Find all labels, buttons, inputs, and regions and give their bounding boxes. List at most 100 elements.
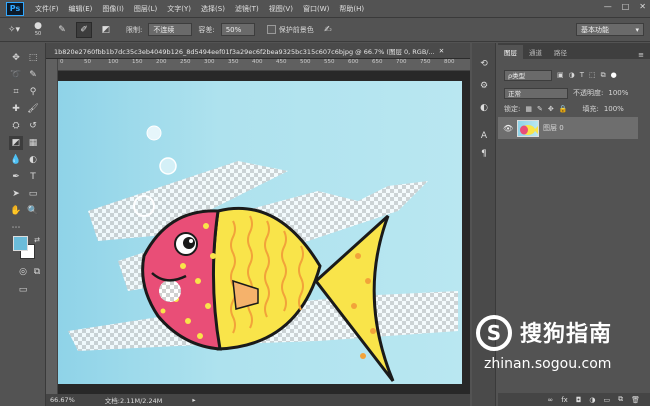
hand-tool-icon[interactable]: ✋ <box>9 204 23 218</box>
history-brush-tool-icon[interactable]: ↺ <box>26 119 40 133</box>
close-button[interactable]: ✕ <box>639 2 646 11</box>
lock-move-icon[interactable]: ✥ <box>548 105 554 113</box>
adjust-panel-icon[interactable]: ◐ <box>477 101 491 115</box>
move-tool-icon[interactable]: ✥ <box>9 51 23 65</box>
menu-bar: Ps 文件(F) 编辑(E) 图像(I) 图层(L) 文字(Y) 选择(S) 滤… <box>0 0 650 18</box>
type-tool-icon[interactable]: T <box>26 170 40 184</box>
menu-edit[interactable]: 编辑(E) <box>64 4 98 14</box>
panel-menu-icon[interactable]: ≡ <box>638 51 650 59</box>
menu-view[interactable]: 视图(V) <box>264 4 298 14</box>
fill-value[interactable]: 100% <box>604 105 624 113</box>
eyedropper-tool-icon[interactable]: ⚲ <box>26 85 40 99</box>
blend-mode-value: 正常 <box>508 90 521 98</box>
layers-bottom-bar: ∞ fx ◘ ◑ ▭ ⧉ 🗑 <box>498 393 650 406</box>
pressure-size-icon[interactable]: ✍ <box>320 22 336 38</box>
filter-smart-icon[interactable]: ⧉ <box>601 71 606 80</box>
mode-brush-icon[interactable]: ✎ <box>54 22 70 38</box>
delete-layer-icon[interactable]: 🗑 <box>631 396 640 404</box>
mode-block-icon[interactable]: ◩ <box>98 22 114 38</box>
layer-row[interactable]: 👁 图层 0 <box>498 117 638 139</box>
tab-layers[interactable]: 图层 <box>498 45 523 59</box>
swap-colors-icon[interactable]: ⇄ <box>30 233 44 247</box>
ruler-tick: 750 <box>420 59 431 65</box>
adjustment-layer-icon[interactable]: ◑ <box>589 396 595 404</box>
menu-layer[interactable]: 图层(L) <box>129 4 162 14</box>
menu-window[interactable]: 窗口(W) <box>298 4 334 14</box>
menu-file[interactable]: 文件(F) <box>30 4 64 14</box>
clone-stamp-tool-icon[interactable]: ⛭ <box>9 119 23 133</box>
photoshop-logo: Ps <box>6 1 24 16</box>
new-group-icon[interactable]: ▭ <box>603 396 610 404</box>
tab-channels[interactable]: 通道 <box>523 45 548 59</box>
document-tab[interactable]: 1b820e2760fbb1b7dc35c3eb4049b126_8d5494e… <box>46 43 470 59</box>
gradient-tool-icon[interactable]: ▦ <box>26 136 40 150</box>
restore-button[interactable]: □ <box>622 2 630 11</box>
add-mask-icon[interactable]: ◘ <box>576 396 582 404</box>
rectangle-tool-icon[interactable]: ▭ <box>26 187 40 201</box>
quick-select-tool-icon[interactable]: ✎ <box>26 68 40 82</box>
magic-eraser-tool-icon[interactable]: ✧▾ <box>6 22 22 38</box>
eraser-tool-icon[interactable]: ◩ <box>9 136 23 150</box>
ruler-tick: 250 <box>180 59 191 65</box>
paragraph-panel-icon[interactable]: ¶ <box>477 147 491 161</box>
link-layers-icon[interactable]: ∞ <box>547 396 553 404</box>
quick-mask-icon[interactable]: ◎ <box>16 265 30 279</box>
marquee-tool-icon[interactable]: ⬚ <box>26 51 40 65</box>
menu-filter[interactable]: 滤镜(T) <box>230 4 264 14</box>
layers-tabs: 图层 通道 路径 ≡ <box>498 43 650 59</box>
blur-tool-icon[interactable]: 💧 <box>9 153 23 167</box>
lock-paint-icon[interactable]: ✎ <box>537 105 543 113</box>
mode-pencil-icon[interactable]: ✐ <box>76 21 92 38</box>
minimize-button[interactable]: — <box>604 2 612 11</box>
menu-type[interactable]: 文字(Y) <box>162 4 196 14</box>
brush-preset-picker[interactable]: ● 50 <box>28 22 48 38</box>
foreground-color-swatch[interactable] <box>13 236 28 251</box>
menu-help[interactable]: 帮助(H) <box>334 4 369 14</box>
canvas-area[interactable] <box>58 71 470 394</box>
tab-paths[interactable]: 路径 <box>548 45 573 59</box>
more-tools-icon[interactable]: ⋯ <box>9 221 23 235</box>
path-select-tool-icon[interactable]: ➤ <box>9 187 23 201</box>
filter-kind-select[interactable]: ρ类型 <box>504 69 552 81</box>
crop-tool-icon[interactable]: ⌗ <box>9 85 23 99</box>
status-arrow-icon[interactable]: ▸ <box>192 396 195 404</box>
artboard[interactable] <box>58 81 462 384</box>
zoom-level[interactable]: 66.67% <box>50 396 75 404</box>
tab-close-icon[interactable]: ✕ <box>439 47 444 55</box>
opacity-value[interactable]: 100% <box>608 89 628 97</box>
lasso-tool-icon[interactable]: ➰ <box>9 68 23 82</box>
healing-brush-tool-icon[interactable]: ✚ <box>9 102 23 116</box>
ruler-tick: 100 <box>108 59 119 65</box>
ruler-tick: 200 <box>156 59 167 65</box>
filter-type-icon[interactable]: T <box>580 71 584 79</box>
brush-tool-icon[interactable]: 🖌 <box>26 102 40 116</box>
filter-adjust-icon[interactable]: ◑ <box>569 71 575 79</box>
menu-image[interactable]: 图像(I) <box>97 4 129 14</box>
protect-foreground-checkbox[interactable]: 保护前景色 <box>266 25 314 35</box>
zoom-tool-icon[interactable]: 🔍 <box>26 204 40 218</box>
ruler-tick: 500 <box>300 59 311 65</box>
dodge-tool-icon[interactable]: ◐ <box>26 153 40 167</box>
new-layer-icon[interactable]: ⧉ <box>618 395 623 404</box>
visibility-eye-icon[interactable]: 👁 <box>503 124 513 133</box>
limits-select[interactable]: 不连续 <box>148 23 193 36</box>
lock-all-icon[interactable]: 🔒 <box>559 105 568 113</box>
workspace-value: 基本功能 <box>581 25 609 34</box>
filter-pixel-icon[interactable]: ▣ <box>557 71 564 79</box>
brush-dot-icon: ● <box>34 21 42 31</box>
lock-pixels-icon[interactable]: ▦ <box>525 105 532 113</box>
filter-shape-icon[interactable]: ⬚ <box>589 71 596 79</box>
screen-mode-icon[interactable]: ▭ <box>16 283 30 297</box>
workspace-select[interactable]: 基本功能 ▾ <box>576 23 644 36</box>
extra-mode-icon[interactable]: ⧉ <box>30 265 44 279</box>
properties-panel-icon[interactable]: ⚙ <box>477 79 491 93</box>
history-panel-icon[interactable]: ⟲ <box>477 57 491 71</box>
pen-tool-icon[interactable]: ✒ <box>9 170 23 184</box>
filter-toggle-icon[interactable]: ● <box>611 71 617 79</box>
blend-mode-select[interactable]: 正常 <box>504 87 568 99</box>
layer-name[interactable]: 图层 0 <box>543 123 564 133</box>
fx-icon[interactable]: fx <box>561 396 568 404</box>
menu-select[interactable]: 选择(S) <box>196 4 230 14</box>
character-panel-icon[interactable]: A <box>477 129 491 143</box>
tolerance-input[interactable]: 50% <box>220 23 255 36</box>
